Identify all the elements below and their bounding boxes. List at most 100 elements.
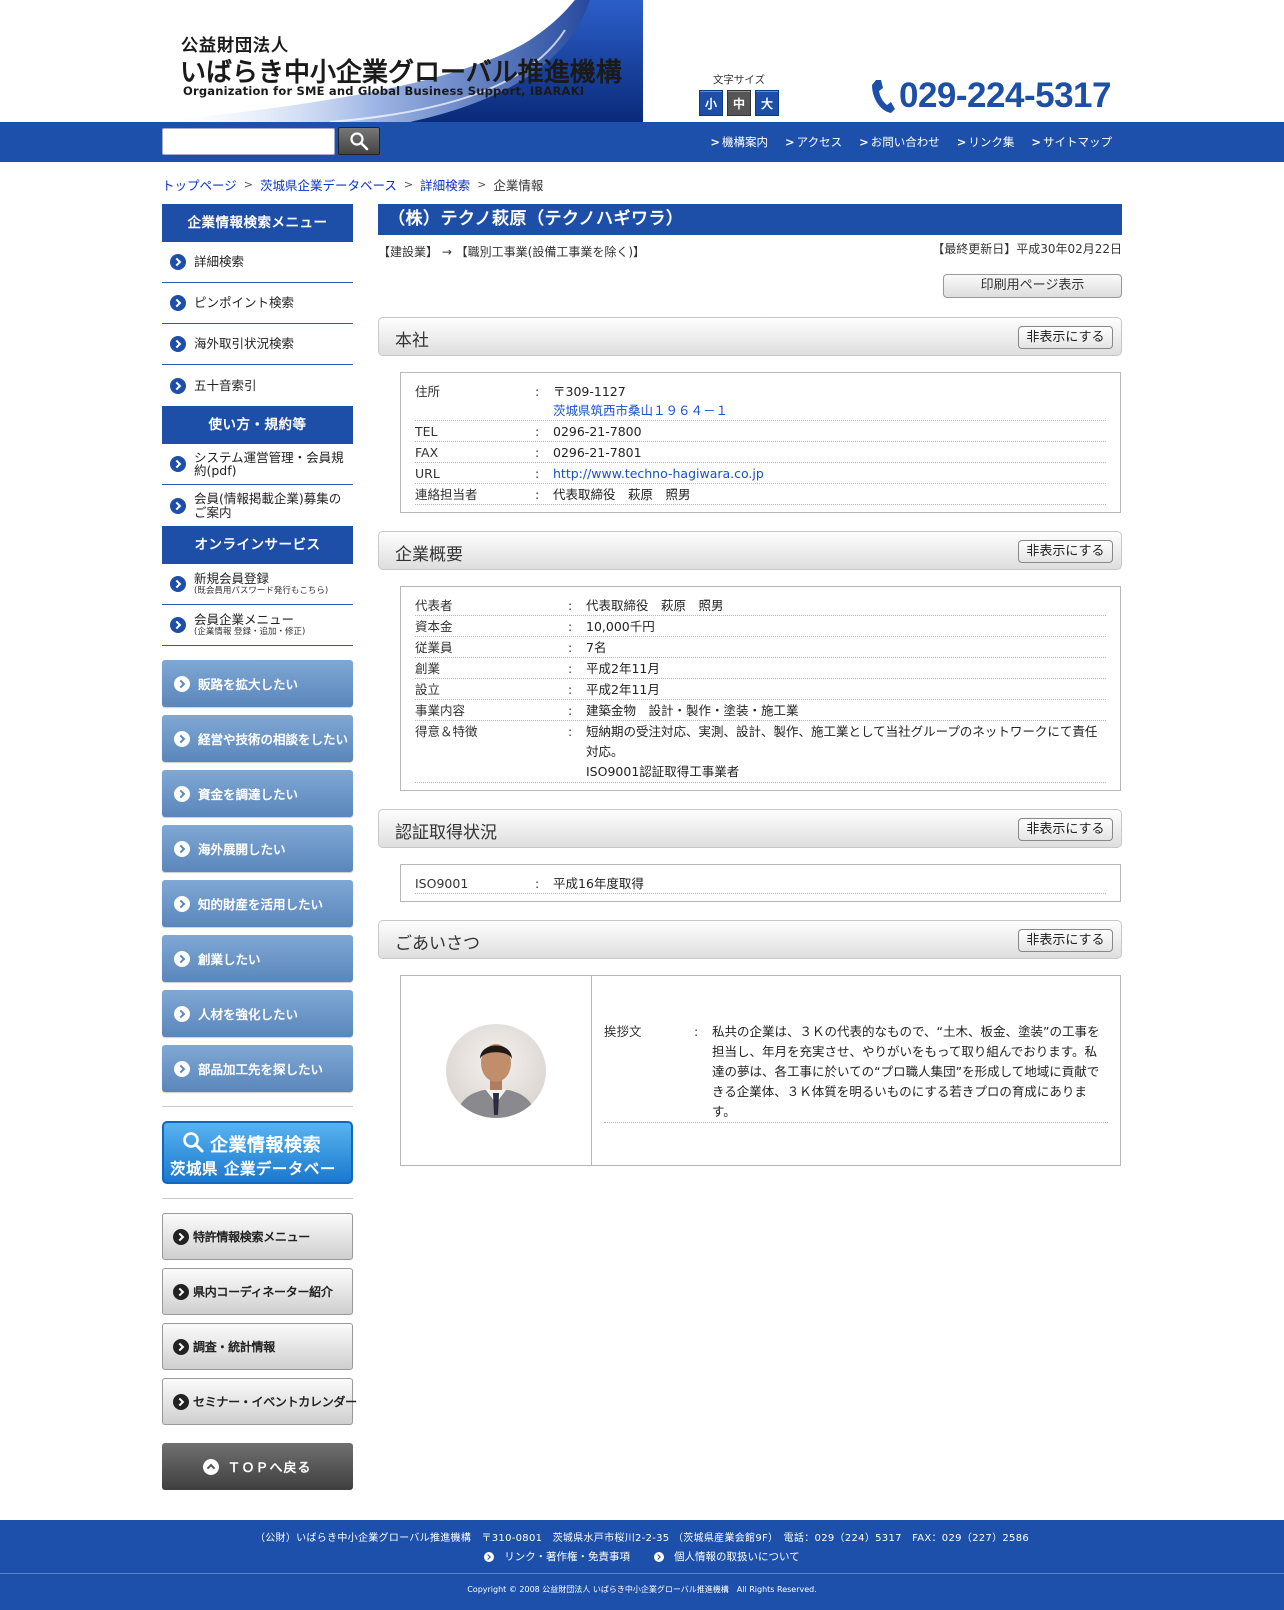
sidebar-item-pinpoint-search[interactable]: ピンポイント検索 — [162, 283, 353, 324]
breadcrumb: トップページ > 茨城県企業データベース > 詳細検索 > 企業情報 — [162, 175, 543, 194]
chevron-right-icon — [170, 254, 186, 270]
company-database-banner[interactable]: 企業情報検索 茨城県 企業データベース — [162, 1121, 353, 1200]
chevron-right-icon — [170, 497, 186, 514]
patent-search-button[interactable]: 特許情報検索メニュー — [162, 1213, 353, 1260]
info-row-established: 設立: 平成2年11月 — [415, 679, 1106, 700]
greeting-text: 挨拶文 : 私共の企業は、３Ｋの代表的なもので、“土木、板金、塗装”の工事を担当… — [592, 976, 1120, 1165]
top-link-access[interactable]: > アクセス — [785, 134, 842, 150]
breadcrumb-top[interactable]: トップページ — [162, 175, 237, 194]
phone-number: 029-224-5317 — [870, 76, 1111, 116]
hide-section-button[interactable]: 非表示にする — [1018, 540, 1113, 563]
footer-link-terms[interactable]: リンク・著作権・免責事項 — [484, 1549, 630, 1564]
head-office-info: 住所 : 〒309-1127 茨城県筑西市桑山１９６４－１ TEL : 0296… — [400, 372, 1121, 513]
info-row-iso: ISO9001 : 平成16年度取得 — [415, 873, 1106, 894]
arrow-right-icon — [173, 1283, 189, 1300]
info-row-features: 得意＆特徴: 短納期の受注対応、実測、設計、製作、施工業として当社グループのネッ… — [415, 721, 1106, 783]
purpose-button-hr[interactable]: 人材を強化したい — [162, 990, 353, 1037]
chevron-right-icon — [170, 295, 186, 311]
top-link-links[interactable]: > リンク集 — [957, 134, 1015, 150]
info-row-url: URL : http://www.techno-hagiwara.co.jp — [415, 463, 1106, 484]
chevron-right-icon — [170, 377, 186, 394]
postal-code: 〒309-1127 — [553, 384, 626, 399]
chevron-right-icon — [170, 576, 186, 592]
statistics-button[interactable]: 調査・統計情報 — [162, 1323, 353, 1370]
arrow-right-icon — [173, 1393, 189, 1410]
greeting-box: 挨拶文 : 私共の企業は、３Ｋの代表的なもので、“土木、板金、塗装”の工事を担当… — [400, 975, 1121, 1166]
purpose-button-funding[interactable]: 資金を調達したい — [162, 770, 353, 817]
section-head-office: 本社 非表示にする — [378, 317, 1122, 356]
info-row-employees: 従業員:7名 — [415, 637, 1106, 658]
top-links: > 機構案内 > アクセス > お問い合わせ > リンク集 > サイトマップ — [710, 122, 1112, 162]
hide-section-button[interactable]: 非表示にする — [1018, 929, 1113, 952]
back-to-top-button[interactable]: ＴＯＰへ戻る — [162, 1443, 353, 1490]
purpose-button-overseas[interactable]: 海外展開したい — [162, 825, 353, 872]
purpose-button-expand-sales[interactable]: 販路を拡大したい — [162, 660, 353, 707]
sidebar-item-member-menu[interactable]: 会員企業メニュー (企業情報 登録・追加・修正) — [162, 605, 353, 646]
footer-link-privacy[interactable]: 個人情報の取扱いについて — [654, 1549, 800, 1564]
coordinator-button[interactable]: 県内コーディネーター紹介 — [162, 1268, 353, 1315]
address-map-link[interactable]: 茨城県筑西市桑山１９６４－１ — [553, 401, 1106, 420]
hide-section-button[interactable]: 非表示にする — [1018, 326, 1113, 349]
certification-info: ISO9001 : 平成16年度取得 — [400, 864, 1121, 902]
section-certification: 認証取得状況 非表示にする — [378, 809, 1122, 848]
hide-section-button[interactable]: 非表示にする — [1018, 818, 1113, 841]
site-footer: （公財）いばらき中小企業グローバル推進機構 〒310-0801 茨城県水戸市桜川… — [0, 1520, 1284, 1610]
copyright: Copyright © 2008 公益財団法人 いばらき中小企業グローバル推進機… — [467, 1585, 817, 1594]
purpose-button-consult[interactable]: 経営や技術の相談をしたい — [162, 715, 353, 762]
search-icon — [183, 1132, 204, 1153]
font-size-small-button[interactable]: 小 — [699, 90, 723, 116]
top-link-about[interactable]: > 機構案内 — [710, 134, 768, 150]
purpose-button-startup[interactable]: 創業したい — [162, 935, 353, 982]
arrow-right-icon — [174, 840, 190, 857]
sidebar-heading-search: 企業情報検索メニュー — [162, 204, 353, 242]
phone-icon — [872, 80, 895, 113]
arrow-right-icon — [173, 1228, 189, 1245]
seminar-calendar-button[interactable]: セミナー・イベントカレンダー — [162, 1378, 357, 1425]
nav-bar: > 機構案内 > アクセス > お問い合わせ > リンク集 > サイトマップ — [0, 122, 1284, 162]
main-content: （株）テクノ萩原（テクノハギワラ） 【建設業】 → 【職別工事業(設備工事業を除… — [378, 204, 1122, 1166]
site-search-input[interactable] — [162, 128, 335, 155]
site-search-button[interactable] — [338, 127, 380, 155]
phone-number-text: 029-224-5317 — [899, 76, 1111, 115]
footer-links: リンク・著作権・免責事項 個人情報の取扱いについて — [0, 1549, 1284, 1564]
section-title: 企業概要 — [395, 545, 463, 565]
chevron-right-icon — [170, 336, 186, 352]
divider — [162, 1106, 353, 1107]
chevron-right-icon — [170, 617, 186, 633]
section-title: ごあいさつ — [395, 934, 480, 954]
info-row-representative: 代表者: 代表取締役 萩原 照男 — [415, 595, 1106, 616]
arrow-right-icon — [174, 895, 190, 912]
print-page-button[interactable]: 印刷用ページ表示 — [943, 274, 1122, 298]
industry-path: 【建設業】 → 【職別工事業(設備工事業を除く)】 — [378, 245, 646, 259]
arrow-up-icon — [203, 1458, 220, 1475]
company-meta: 【建設業】 → 【職別工事業(設備工事業を除く)】 【最終更新日】平成30年02… — [378, 239, 1122, 267]
site-header: 公益財団法人 いばらき中小企業グローバル推進機構 Organization fo… — [0, 0, 1284, 122]
font-size-medium-button[interactable]: 中 — [727, 90, 751, 116]
sidebar-item-kana-index[interactable]: 五十音索引 — [162, 365, 353, 406]
sidebar-item-overseas-search[interactable]: 海外取引状況検索 — [162, 324, 353, 365]
sidebar-item-terms-pdf[interactable]: システム運営管理・会員規約(pdf) — [162, 444, 353, 485]
sidebar-item-member-recruit[interactable]: 会員(情報掲載企業)募集のご案内 — [162, 485, 353, 526]
sidebar: 企業情報検索メニュー 詳細検索 ピンポイント検索 海外取引状況検索 五十音索引 … — [162, 204, 357, 1490]
purpose-button-ip[interactable]: 知的財産を活用したい — [162, 880, 353, 927]
sidebar-heading-usage: 使い方・規約等 — [162, 406, 353, 444]
info-row-fax: FAX : 0296-21-7801 — [415, 442, 1106, 463]
top-link-contact[interactable]: > お問い合わせ — [859, 134, 940, 150]
search-icon — [350, 132, 369, 151]
arrow-right-icon — [654, 1551, 665, 1562]
sidebar-heading-online: オンラインサービス — [162, 526, 353, 564]
arrow-right-icon — [174, 785, 190, 802]
section-title: 認証取得状況 — [395, 823, 497, 843]
company-website-link[interactable]: http://www.techno-hagiwara.co.jp — [553, 466, 764, 481]
footer-divider — [0, 1573, 1284, 1574]
breadcrumb-detail-search[interactable]: 詳細検索 — [420, 175, 470, 194]
info-row-address: 住所 : 〒309-1127 茨城県筑西市桑山１９６４－１ — [415, 381, 1106, 421]
breadcrumb-database[interactable]: 茨城県企業データベース — [260, 175, 397, 194]
sidebar-item-detail-search[interactable]: 詳細検索 — [162, 242, 353, 283]
purpose-button-parts[interactable]: 部品加工先を探したい — [162, 1045, 353, 1092]
site-logo[interactable]: 公益財団法人 いばらき中小企業グローバル推進機構 Organization fo… — [150, 0, 643, 122]
top-link-sitemap[interactable]: > サイトマップ — [1031, 134, 1112, 150]
sidebar-item-new-member[interactable]: 新規会員登録 (既会員用パスワード発行もこちら) — [162, 564, 353, 605]
font-size-large-button[interactable]: 大 — [755, 90, 779, 116]
section-overview: 企業概要 非表示にする — [378, 531, 1122, 570]
